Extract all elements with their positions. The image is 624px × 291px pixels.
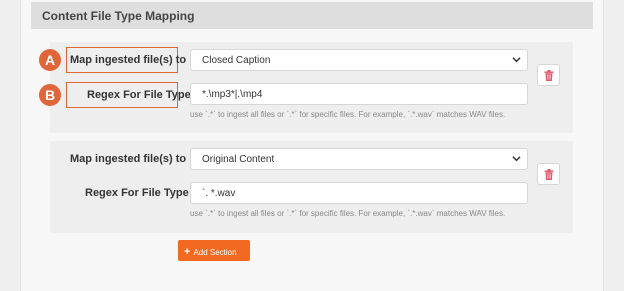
delete-mapping-button[interactable] — [537, 163, 560, 185]
map-label: Map ingested file(s) to — [70, 153, 187, 165]
section-title: Content File Type Mapping — [31, 2, 593, 29]
map-select-value: Original Content — [202, 154, 275, 165]
callout-a: A — [39, 49, 61, 71]
add-section-button[interactable]: + Add Section — [178, 240, 250, 261]
regex-input[interactable]: *.\mp3*|.\mp4 — [190, 83, 528, 105]
map-select[interactable]: Original Content — [190, 148, 528, 170]
regex-help-text: use `.*` to ingest all files or `.*` for… — [190, 209, 506, 218]
plus-icon: + — [184, 246, 191, 258]
chevron-down-icon — [512, 55, 521, 67]
regex-label: Regex For File Type — [87, 89, 191, 101]
chevron-down-icon — [512, 154, 521, 166]
map-label: Map ingested file(s) to — [70, 54, 187, 66]
trash-icon — [544, 70, 554, 81]
delete-mapping-button[interactable] — [537, 64, 560, 86]
trash-icon — [544, 169, 554, 180]
regex-label: Regex For File Type — [85, 187, 189, 199]
map-select-value: Closed Caption — [202, 55, 271, 66]
add-section-label: Add Section — [193, 248, 237, 257]
map-select[interactable]: Closed Caption — [190, 49, 528, 71]
regex-help-text: use `.*` to ingest all files or `.*` for… — [190, 110, 506, 119]
regex-input[interactable]: `. *.wav — [190, 182, 528, 204]
callout-b: B — [39, 84, 61, 106]
